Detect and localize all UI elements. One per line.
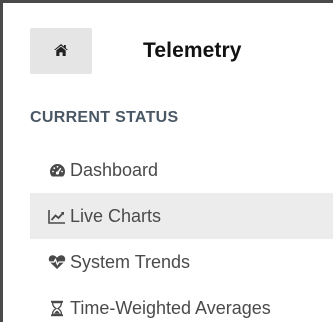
sidebar-item-label: Dashboard	[70, 159, 159, 180]
app-title: Telemetry	[143, 39, 242, 62]
sidebar-item-live-charts[interactable]: Live Charts	[30, 193, 333, 239]
sidebar-panel: Telemetry CURRENT STATUS Dashboard Live …	[0, 0, 333, 322]
section-title-current-status: CURRENT STATUS	[30, 109, 179, 126]
sidebar-item-dashboard[interactable]: Dashboard	[30, 147, 333, 193]
heartbeat-icon	[48, 253, 66, 271]
sidebar-item-system-trends[interactable]: System Trends	[30, 239, 333, 285]
sidebar-item-time-weighted-averages[interactable]: Time-Weighted Averages	[30, 285, 333, 322]
sidebar-item-label: Live Charts	[70, 205, 162, 226]
tachometer-icon	[48, 161, 66, 179]
sidebar-item-label: System Trends	[70, 251, 191, 272]
hourglass-icon	[48, 299, 66, 317]
line-chart-icon	[48, 207, 66, 225]
sidebar-nav: Dashboard Live Charts System Trends Time…	[30, 147, 333, 322]
home-button[interactable]	[30, 28, 92, 74]
home-icon	[53, 43, 69, 60]
sidebar-header: Telemetry	[3, 3, 333, 83]
sidebar-item-label: Time-Weighted Averages	[70, 297, 271, 318]
